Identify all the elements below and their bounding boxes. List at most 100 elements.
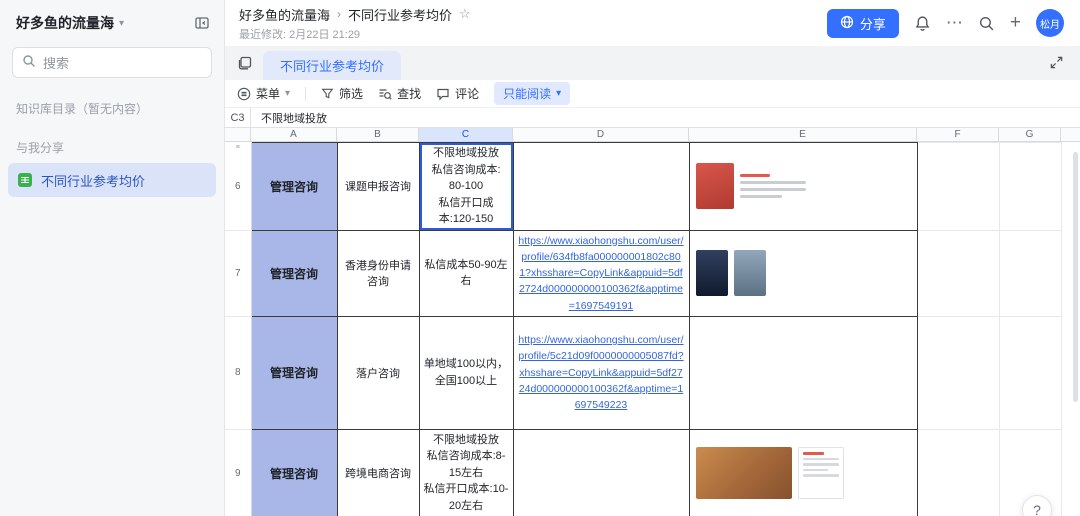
search-input[interactable]: 搜索: [12, 47, 212, 78]
profile-link[interactable]: https://www.xiaohongshu.com/user/profile…: [518, 334, 683, 411]
last-modified-text: 最近修改: 2月22日 21:29: [239, 28, 361, 41]
find-button[interactable]: 查找: [378, 85, 421, 102]
hidden-rows-icon[interactable]: ≡: [236, 144, 240, 151]
chevron-down-icon: ▾: [285, 88, 291, 99]
table-row: 7 管理咨询 香港身份申请咨询 私信成本50-90左右 https://www.…: [225, 229, 1062, 317]
toolbar-divider: [305, 86, 307, 101]
cell-link[interactable]: [512, 142, 690, 231]
cell-category[interactable]: 管理咨询: [250, 428, 338, 516]
tab-active-sheet[interactable]: 不同行业参考均价: [263, 51, 402, 80]
avatar[interactable]: 松月: [1036, 9, 1064, 37]
cell-reference-box[interactable]: C3: [225, 108, 251, 127]
select-all-corner[interactable]: [225, 128, 251, 141]
readonly-label: 只能阅读: [503, 87, 552, 101]
cell-cost[interactable]: 私信成本50-90左右: [418, 229, 514, 317]
menu-button[interactable]: 菜单 ▾: [237, 85, 290, 102]
cell-attachments[interactable]: [688, 315, 918, 430]
cell-industry[interactable]: 跨境电商咨询: [336, 428, 420, 516]
document-screenshot-thumbnail[interactable]: [797, 447, 844, 500]
chevron-down-icon: ▾: [119, 17, 125, 29]
cell-category[interactable]: 管理咨询: [250, 142, 338, 231]
app-window: 好多鱼的流量海 ▾ 搜索 知识库目录（暂无内容） 与我分享 不同行业参考均价 好…: [0, 0, 1080, 516]
favorite-star-icon[interactable]: ☆: [459, 6, 471, 22]
share-button[interactable]: 分享: [826, 8, 899, 38]
cell-link[interactable]: [512, 428, 690, 516]
cell-empty[interactable]: [916, 428, 1000, 516]
more-options-icon[interactable]: ⋯: [946, 13, 963, 33]
sidebar-item-shared-doc[interactable]: 不同行业参考均价: [8, 163, 216, 197]
tab-label: 不同行业参考均价: [280, 59, 385, 74]
cell-industry[interactable]: 香港身份申请咨询: [336, 229, 420, 317]
sidebar: 好多鱼的流量海 ▾ 搜索 知识库目录（暂无内容） 与我分享 不同行业参考均价: [0, 0, 225, 516]
product-photo-thumbnail[interactable]: [695, 447, 792, 500]
workspace-switcher[interactable]: 好多鱼的流量海 ▾: [16, 13, 124, 33]
cell-cost[interactable]: 单地域100以内，全国100以上: [418, 315, 514, 430]
cell-cost-selected[interactable]: 不限地域投放 私信咨询成本: 80-100 私信开口成本:120-150: [418, 142, 514, 231]
sheet-tabbar: 不同行业参考均价: [225, 46, 1080, 80]
cell-cost[interactable]: 不限地域投放 私信咨询成本:8-15左右 私信开口成本:10-20左右: [418, 428, 514, 516]
column-header-C[interactable]: C: [419, 128, 513, 141]
cell-empty[interactable]: [916, 229, 1000, 317]
column-header-D[interactable]: D: [513, 128, 689, 141]
share-button-label: 分享: [859, 16, 886, 32]
filter-button[interactable]: 筛选: [321, 85, 363, 102]
comment-button[interactable]: 评论: [436, 85, 479, 102]
global-search-icon[interactable]: [978, 15, 995, 32]
cell-link[interactable]: https://www.xiaohongshu.com/user/profile…: [512, 229, 690, 317]
cell-empty[interactable]: [998, 315, 1062, 430]
notifications-bell-icon[interactable]: [914, 15, 931, 32]
cell-link[interactable]: https://www.xiaohongshu.com/user/profile…: [512, 315, 690, 430]
sidebar-item-label: 不同行业参考均价: [41, 173, 146, 189]
workspace-title: 好多鱼的流量海: [16, 15, 114, 31]
table-row: 9 管理咨询 跨境电商咨询 不限地域投放 私信咨询成本:8-15左右 私信开口成…: [225, 428, 1062, 516]
column-header-A[interactable]: A: [251, 128, 337, 141]
formula-bar: C3 不限地域投放: [225, 108, 1080, 128]
cell-category[interactable]: 管理咨询: [250, 229, 338, 317]
formula-value[interactable]: 不限地域投放: [251, 108, 327, 127]
collapse-sidebar-icon[interactable]: [194, 15, 210, 31]
sheet-toolbar: 菜单 ▾ 筛选 查找 评论 只能阅读 ▾: [225, 80, 1080, 108]
table-row: ≡ 6 管理咨询 课题申报咨询 不限地域投放 私信咨询成本: 80-100 私信…: [225, 142, 1062, 231]
column-header-B[interactable]: B: [337, 128, 419, 141]
main-area: 好多鱼的流量海 › 不同行业参考均价 ☆ 最近修改: 2月22日 21:29 分…: [225, 0, 1080, 516]
create-new-icon[interactable]: +: [1010, 12, 1021, 34]
photo-thumbnail[interactable]: [695, 250, 728, 297]
photo-thumbnail[interactable]: [733, 250, 766, 297]
cell-category[interactable]: 管理咨询: [250, 315, 338, 430]
menu-label: 菜单: [256, 87, 281, 101]
row-header-9[interactable]: 9: [225, 429, 252, 516]
cell-attachments[interactable]: [688, 428, 918, 516]
breadcrumb-current[interactable]: 不同行业参考均价: [348, 5, 452, 24]
find-label: 查找: [397, 87, 422, 101]
note-screenshot-thumbnail[interactable]: [695, 163, 734, 210]
cell-attachments[interactable]: [688, 229, 918, 317]
cell-empty[interactable]: [916, 315, 1000, 430]
cell-attachments[interactable]: [688, 142, 918, 231]
column-header-E[interactable]: E: [689, 128, 917, 141]
fullscreen-expand-icon[interactable]: [1049, 55, 1064, 70]
cell-empty[interactable]: [916, 142, 1000, 231]
vertical-scrollbar[interactable]: [1073, 152, 1078, 402]
row-header-6[interactable]: ≡ 6: [225, 142, 252, 231]
row-header-7[interactable]: 7: [225, 230, 252, 317]
column-header-F[interactable]: F: [917, 128, 999, 141]
cell-empty[interactable]: [998, 142, 1062, 231]
breadcrumb-root[interactable]: 好多鱼的流量海: [239, 5, 330, 24]
column-header-G[interactable]: G: [999, 128, 1061, 141]
breadcrumb-chevron-icon: ›: [337, 7, 342, 21]
profile-link[interactable]: https://www.xiaohongshu.com/user/profile…: [518, 235, 683, 312]
cell-industry[interactable]: 落户咨询: [336, 315, 420, 430]
catalog-empty-note: 知识库目录（暂无内容）: [16, 102, 149, 116]
sheet-list-icon[interactable]: [237, 55, 253, 71]
search-icon: [22, 54, 36, 71]
permission-readonly-badge[interactable]: 只能阅读 ▾: [494, 82, 571, 105]
row-header-8[interactable]: 8: [225, 316, 252, 430]
search-placeholder: 搜索: [43, 56, 70, 71]
filter-label: 筛选: [339, 87, 364, 101]
globe-icon: [840, 15, 854, 32]
cell-industry[interactable]: 课题申报咨询: [336, 142, 420, 231]
column-headers: A B C D E F G: [225, 128, 1080, 142]
cell-empty[interactable]: [998, 229, 1062, 317]
chevron-down-icon: ▾: [556, 88, 562, 99]
note-text-preview: [739, 174, 806, 199]
